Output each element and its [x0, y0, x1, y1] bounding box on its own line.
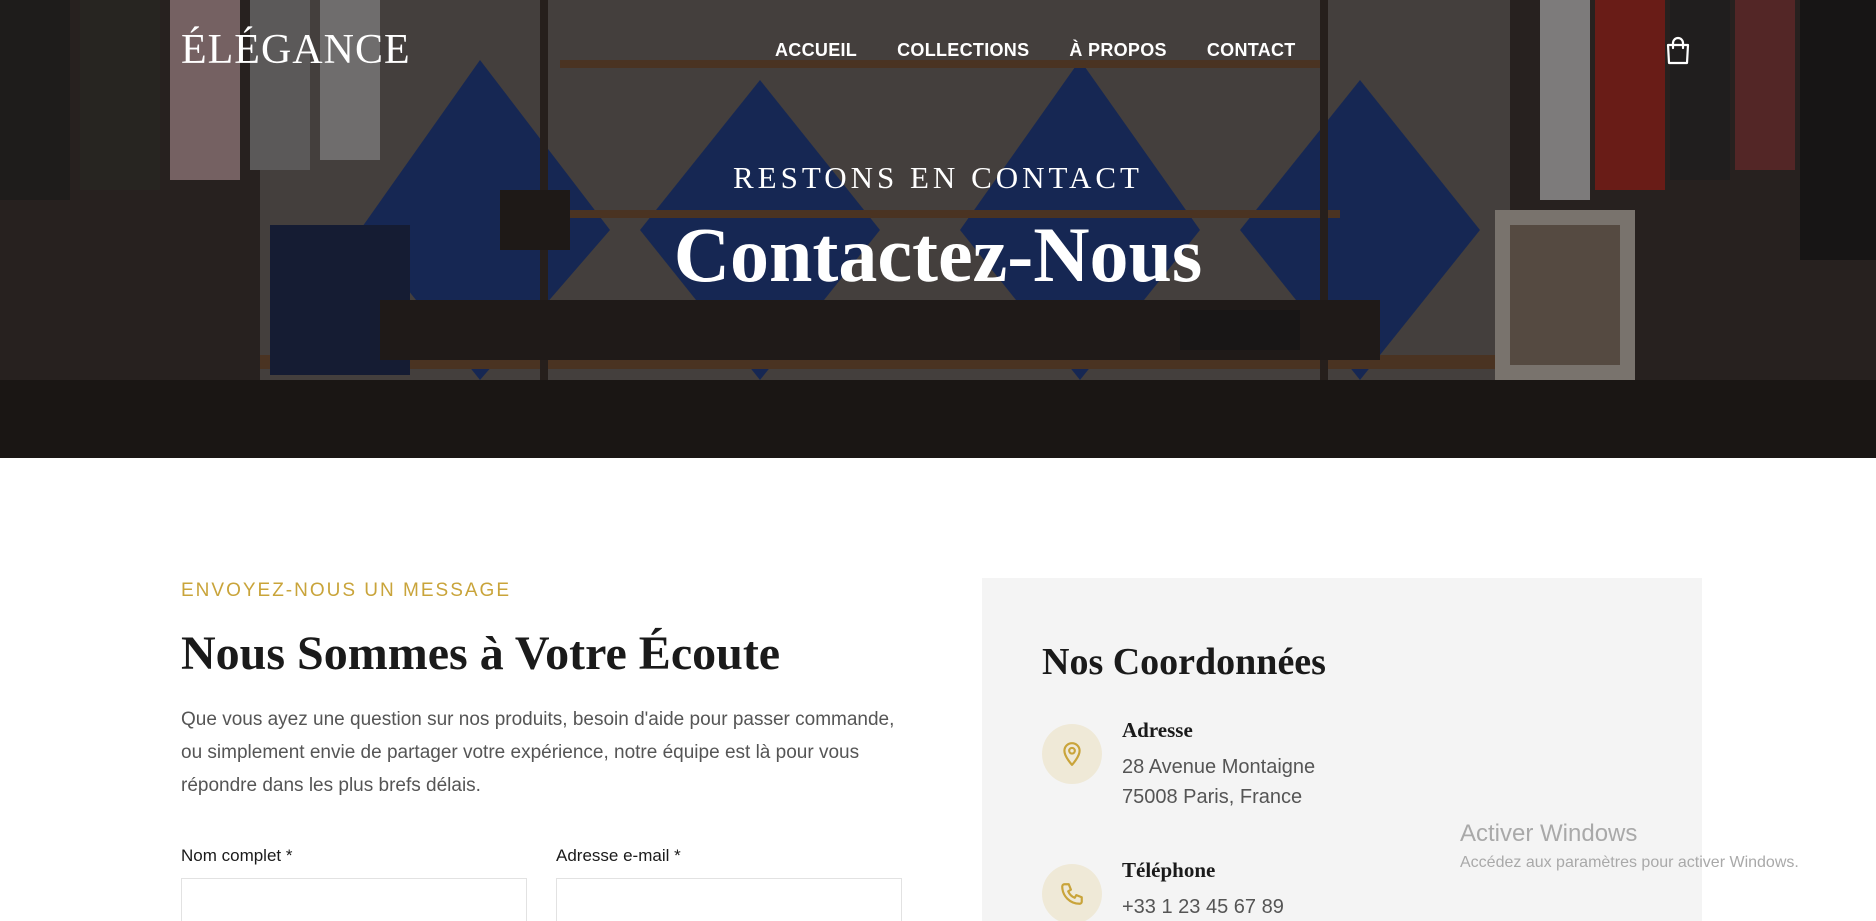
brand-logo[interactable]: ÉLÉGANCE [181, 26, 411, 74]
watermark-title: Activer Windows [1460, 820, 1638, 847]
map-pin-icon [1042, 724, 1102, 784]
card-title: Nos Coordonnées [1042, 641, 1326, 683]
nav-item-collections[interactable]: COLLECTIONS [897, 40, 1029, 61]
hero-eyebrow: RESTONS EN CONTACT [733, 160, 1143, 195]
email-input[interactable] [556, 878, 902, 921]
name-field-group: Nom complet * [181, 846, 527, 921]
address-label: Adresse [1122, 718, 1193, 742]
section-eyebrow: ENVOYEZ-NOUS UN MESSAGE [181, 580, 511, 601]
windows-activation-watermark: Activer Windows Accédez aux paramètres p… [1460, 820, 1799, 872]
message-section: ENVOYEZ-NOUS UN MESSAGE Nous Sommes à Vo… [181, 580, 921, 802]
section-heading: Nous Sommes à Votre Écoute [181, 627, 781, 680]
nav-item-accueil[interactable]: ACCUEIL [775, 40, 857, 61]
nav-item-a-propos[interactable]: À PROPOS [1069, 40, 1166, 61]
shopping-bag-icon[interactable] [1664, 36, 1692, 66]
nav-item-contact[interactable]: CONTACT [1207, 40, 1296, 61]
phone-icon [1042, 864, 1102, 921]
name-label: Nom complet * [181, 846, 293, 865]
page-title: Contactez-Nous [673, 211, 1203, 298]
address-line-1: 28 Avenue Montaigne [1122, 756, 1316, 778]
phone-number[interactable]: +33 1 23 45 67 89 [1122, 896, 1284, 919]
top-navigation: ÉLÉGANCE ACCUEIL COLLECTIONS À PROPOS CO… [0, 0, 1876, 100]
hero-banner: ÉLÉGANCE ACCUEIL COLLECTIONS À PROPOS CO… [0, 0, 1876, 458]
main-menu: ACCUEIL COLLECTIONS À PROPOS CONTACT [775, 40, 1296, 61]
address-line-2: 75008 Paris, France [1122, 786, 1303, 808]
email-label: Adresse e-mail * [556, 846, 681, 865]
watermark-subtitle: Accédez aux paramètres pour activer Wind… [1460, 854, 1799, 871]
email-field-group: Adresse e-mail * [556, 846, 902, 921]
phone-label: Téléphone [1122, 858, 1216, 882]
section-intro: Que vous ayez une question sur nos produ… [181, 709, 895, 796]
name-input[interactable] [181, 878, 527, 921]
